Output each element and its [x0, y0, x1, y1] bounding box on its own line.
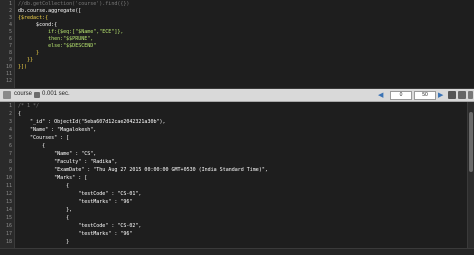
code-line[interactable]: else:"$$DESCEND" [18, 43, 96, 49]
line-number: 3 [8, 119, 12, 125]
text-view-icon[interactable] [468, 91, 473, 99]
result-line: { [18, 111, 22, 117]
line-number: 1 [8, 103, 12, 109]
line-number: 11 [5, 71, 12, 77]
line-number: 9 [8, 167, 12, 173]
line-number: 15 [5, 215, 12, 221]
result-line: "Courses" : [ [18, 135, 70, 141]
code-line[interactable]: }} [18, 57, 33, 63]
collection-label: course [14, 91, 33, 97]
result-line: "testCode" : "CS-01", [18, 191, 142, 197]
code-line[interactable]: }]) [18, 64, 27, 70]
result-line: "testCode" : "CS-02", [18, 223, 142, 229]
line-number: 13 [5, 199, 12, 205]
prev-page-icon[interactable]: ◀ [378, 91, 383, 99]
code-line[interactable]: then:"$$PRUNE", [18, 36, 93, 42]
execution-time: 0.001 sec. [42, 91, 70, 97]
line-number: 2 [8, 8, 12, 14]
code-line[interactable]: } [18, 50, 39, 56]
line-number: 8 [8, 50, 12, 56]
results-gutter: 1 2 3 4 5 6 7 8 9 10 11 12 13 14 15 16 1… [0, 102, 15, 255]
line-number: 7 [8, 151, 12, 157]
result-line: "Name" : "Magalokesh", [18, 127, 97, 133]
result-line: "testMarks" : "96" [18, 199, 133, 205]
line-number: 16 [5, 223, 12, 229]
results-toolbar: course 0.001 sec. ◀ 0 50 ▶ [0, 89, 474, 102]
code-line[interactable]: {$redact:{ [18, 15, 48, 21]
line-number: 5 [8, 135, 12, 141]
result-line: "Faculty" : "Radika", [18, 159, 118, 165]
results-vertical-scrollbar[interactable] [467, 102, 474, 255]
editor-gutter: 1 2 3 4 5 6 7 8 9 10 11 12 [0, 0, 15, 88]
result-line: "testMarks" : "96" [18, 231, 133, 237]
code-line[interactable]: if:{$eq:["$Name","ECE"]}, [18, 29, 123, 35]
result-line: { [18, 143, 46, 149]
result-line: /* 1 */ [18, 103, 40, 109]
line-number: 4 [8, 127, 12, 133]
result-line: "_id" : ObjectId("5eba607d12cae2042321a3… [18, 119, 166, 125]
line-number: 2 [8, 111, 12, 117]
results-panel[interactable]: 1 2 3 4 5 6 7 8 9 10 11 12 13 14 15 16 1… [0, 102, 474, 255]
page-size-input[interactable]: 50 [414, 91, 436, 100]
code-line[interactable]: db.course.aggregate([ [18, 8, 81, 14]
line-number: 11 [5, 183, 12, 189]
tree-view-icon[interactable] [448, 91, 456, 99]
page-start-input[interactable]: 0 [390, 91, 412, 100]
collection-icon [3, 91, 11, 99]
line-number: 18 [5, 239, 12, 245]
code-line[interactable]: //db.getCollection('course').find({}) [18, 1, 129, 7]
line-number: 1 [8, 1, 12, 7]
result-line: } [18, 239, 70, 245]
code-line[interactable]: $cond:{ [18, 22, 57, 28]
clock-icon [34, 92, 40, 98]
line-number: 7 [8, 43, 12, 49]
next-page-icon[interactable]: ▶ [438, 91, 443, 99]
line-number: 17 [5, 231, 12, 237]
line-number: 12 [5, 78, 12, 84]
result-line: "ExamDate" : "Thu Aug 27 2015 00:00:00 G… [18, 167, 268, 173]
line-number: 3 [8, 15, 12, 21]
result-line: }, [18, 207, 73, 213]
line-number: 10 [5, 175, 12, 181]
result-line: { [18, 215, 70, 221]
scroll-thumb[interactable] [469, 112, 473, 172]
result-line: { [18, 183, 70, 189]
line-number: 8 [8, 159, 12, 165]
result-line: "Name" : "CS", [18, 151, 97, 157]
line-number: 14 [5, 207, 12, 213]
line-number: 6 [8, 143, 12, 149]
line-number: 5 [8, 29, 12, 35]
line-number: 9 [8, 57, 12, 63]
table-view-icon[interactable] [458, 91, 466, 99]
results-horizontal-scrollbar[interactable] [0, 248, 474, 255]
line-number: 6 [8, 36, 12, 42]
result-line: "Marks" : [ [18, 175, 88, 181]
line-number: 12 [5, 191, 12, 197]
line-number: 10 [5, 64, 12, 70]
query-editor[interactable]: 1 2 3 4 5 6 7 8 9 10 11 12 //db.getColle… [0, 0, 474, 89]
line-number: 4 [8, 22, 12, 28]
